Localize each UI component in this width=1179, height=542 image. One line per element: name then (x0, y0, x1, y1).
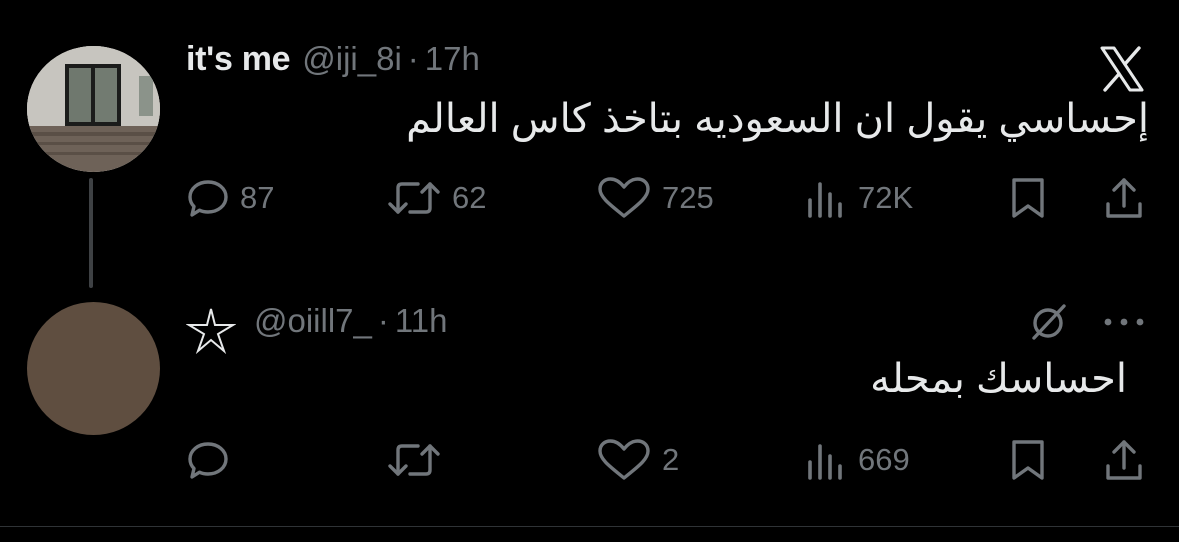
like-button[interactable]: 725 (596, 176, 714, 220)
reply-author-handle[interactable]: @oiill7_ (254, 302, 372, 340)
more-icon[interactable] (1100, 312, 1148, 332)
bookmark-button[interactable] (1006, 176, 1050, 220)
views-icon (808, 182, 842, 218)
like-button[interactable]: 2 (596, 438, 679, 482)
post-timestamp[interactable]: 17h (425, 40, 480, 78)
share-icon (1106, 178, 1142, 218)
post-text: إحساسي يقول ان السعوديه بتاخذ كاس العالم (406, 97, 1149, 141)
views-icon (808, 444, 842, 480)
reply-timestamp[interactable]: 11h (395, 302, 448, 340)
views-count: 669 (858, 442, 910, 477)
star-icon (186, 308, 236, 354)
share-icon (1106, 440, 1142, 480)
like-count: 725 (662, 180, 714, 215)
separator-dot: · (407, 40, 419, 77)
bookmark-icon (1012, 440, 1044, 480)
share-button[interactable] (1102, 176, 1146, 220)
views-count: 72K (858, 180, 914, 215)
thread-connector-line (89, 178, 93, 288)
repost-button[interactable] (386, 438, 452, 482)
author-display-name[interactable]: it's me (186, 40, 291, 79)
repost-count: 62 (452, 180, 487, 215)
views-button[interactable]: 72K (804, 176, 913, 220)
like-icon (598, 439, 650, 480)
bookmark-icon (1012, 178, 1044, 218)
x-logo-icon (1100, 46, 1144, 92)
divider (0, 526, 1179, 527)
bookmark-button[interactable] (1006, 438, 1050, 482)
reply-button[interactable] (186, 438, 240, 482)
like-icon (598, 177, 650, 218)
avatar-room-image (27, 46, 160, 172)
post-header: it's me @iji_8i · 17h (186, 40, 480, 79)
repost-icon (388, 182, 440, 214)
reply-count: 87 (240, 180, 275, 215)
avatar[interactable] (27, 46, 160, 172)
author-handle[interactable]: @iji_8i (302, 40, 402, 78)
reply-header: @oiill7_ · 11h (254, 302, 448, 340)
reply-button[interactable]: 87 (186, 176, 274, 220)
reply-icon (188, 442, 228, 479)
separator-dot: · (377, 302, 389, 339)
reply-avatar[interactable] (27, 302, 160, 435)
reply-text: احساسك بمحله (870, 357, 1127, 401)
grok-icon[interactable] (1026, 300, 1070, 344)
repost-icon (388, 444, 440, 476)
reply-icon (188, 180, 228, 217)
views-button[interactable]: 669 (804, 438, 910, 482)
repost-button[interactable]: 62 (386, 176, 486, 220)
like-count: 2 (662, 442, 680, 477)
share-button[interactable] (1102, 438, 1146, 482)
